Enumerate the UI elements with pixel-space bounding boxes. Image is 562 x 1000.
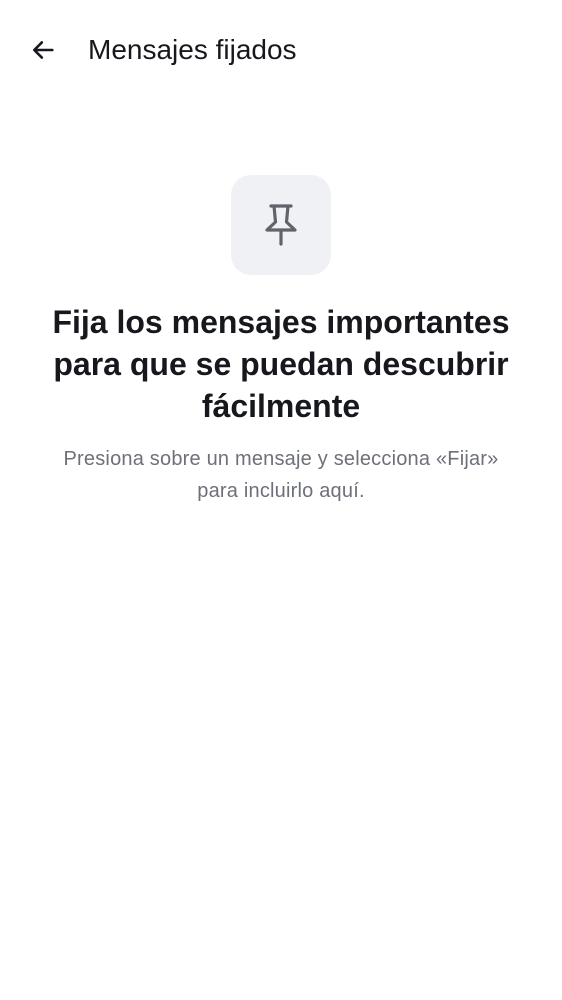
back-button[interactable]	[22, 29, 64, 71]
page-title: Mensajes fijados	[88, 34, 297, 65]
arrow-left-icon	[32, 41, 54, 59]
empty-state: Fija los mensajes importantes para que s…	[0, 175, 562, 507]
pin-icon	[265, 204, 297, 246]
pin-icon-tile	[231, 175, 331, 275]
empty-state-description: Presiona sobre un mensaje y selecciona «…	[63, 448, 499, 502]
app-bar: Mensajes fijados	[0, 0, 562, 100]
empty-state-heading: Fija los mensajes importantes para que s…	[52, 304, 510, 424]
